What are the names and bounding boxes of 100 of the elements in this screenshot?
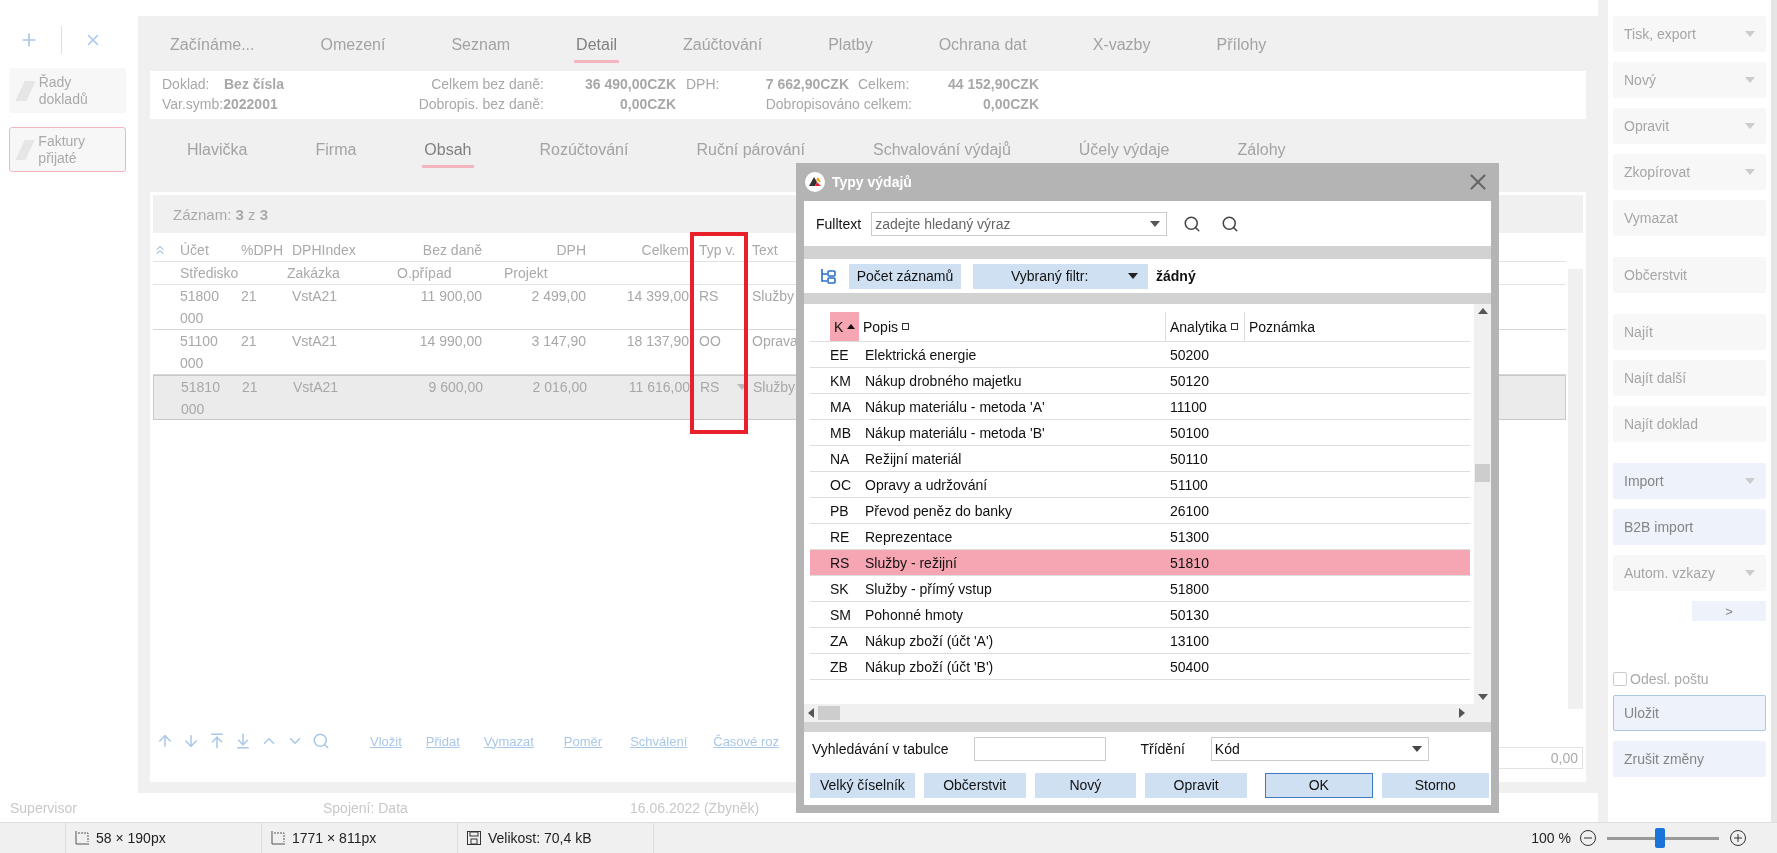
table-cell-text: 51810 — [180, 379, 221, 395]
table-cell-text: 14 990,00 — [418, 333, 483, 349]
table-cell-text: RS — [830, 554, 851, 571]
column-header: Projekt — [503, 265, 549, 281]
table-cell-text: Služby — [752, 379, 797, 395]
field-value: 36 490,00CZK — [583, 75, 676, 94]
column-header: Text — [751, 242, 779, 258]
column-header: Celkem — [640, 242, 690, 258]
table-cell-text: OO — [698, 333, 722, 349]
field-text: Var.symb:2022001 — [162, 95, 279, 114]
field-value: 7 662,90CZK — [764, 75, 849, 94]
table-cell-text: 21 — [241, 379, 259, 395]
table-cell-text: 18 137,90 — [625, 333, 690, 349]
status-text: 1771 × 811px — [292, 830, 377, 846]
table-cell-text: 11100 — [1169, 398, 1208, 415]
table-cell: RS — [693, 379, 750, 395]
table-cell-text: 51300 — [1169, 528, 1210, 545]
zoom-level: 100 % — [1531, 830, 1571, 846]
table-cell-text: Nákup drobného majetku — [864, 372, 1023, 389]
table-cell-text: NA — [830, 450, 851, 467]
table-cell-text: Pohonné hmoty — [864, 606, 965, 623]
table-cell-text: 2 016,00 — [531, 379, 588, 395]
field-label: Fulltext — [816, 215, 862, 232]
table-cell-text: 50110 — [1169, 450, 1209, 467]
table-cell-text: Nákup zboží (účt 'A') — [864, 632, 995, 649]
table-cell-text: 21 — [240, 288, 258, 304]
table-cell-text: Režijní materiál — [864, 450, 963, 467]
table-cell-text: 51100 — [179, 333, 219, 349]
table-cell-text: 21 — [240, 333, 258, 349]
table-cell-text: MB — [830, 424, 852, 441]
table-cell-text: 11 616,00 — [627, 379, 691, 395]
table-cell-text: Služby - přímý vstup — [864, 580, 993, 597]
table-cell-text: 26100 — [1169, 502, 1210, 519]
field-label: Dobropisováno celkem: — [764, 95, 913, 114]
table-cell-text: 51810 — [1169, 554, 1210, 571]
table-cell-text: 50200 — [1169, 346, 1210, 363]
table-cell-text: SK — [830, 580, 850, 597]
column-header: DPH — [555, 242, 587, 258]
status-text: Velikost: 70,4 kB — [488, 830, 592, 846]
field-label: DPH: — [685, 75, 721, 94]
table-cell-text: 000 — [179, 355, 205, 371]
column-header: Středisko — [179, 265, 240, 281]
column-header: O.případ — [396, 265, 453, 281]
table-cell-text: 51800 — [1169, 580, 1210, 597]
table-cell-text: 50100 — [1169, 424, 1210, 441]
field-value: 0,00CZK — [618, 95, 676, 114]
column-header: Účet — [179, 242, 210, 258]
checkbox-label: Odesl. poštu — [1630, 671, 1709, 687]
table-cell-text: Elektrická energie — [864, 346, 978, 363]
column-header: Typ v. — [698, 242, 737, 258]
table-cell-text: SM — [830, 606, 852, 623]
field-label: Třídění — [1140, 740, 1185, 757]
table-cell-text: PB — [830, 502, 850, 519]
table-cell-text: 50130 — [1169, 606, 1210, 623]
table-cell-text: 000 — [180, 401, 206, 417]
table-cell-text: Služby — [751, 288, 796, 304]
table-cell-text: Nákup materiálu - metoda 'B' — [864, 424, 1046, 441]
dialog-title: Typy výdajů — [832, 174, 912, 190]
table-cell-text: 000 — [179, 310, 205, 326]
table-cell-text: RS — [698, 288, 720, 304]
table-cell-text: EE — [830, 346, 850, 363]
table-cell-text: 2 499,00 — [530, 288, 587, 304]
table-cell-text: Nákup materiálu - metoda 'A' — [864, 398, 1046, 415]
table-cell-text: KM — [830, 372, 852, 389]
table-cell-text: 51800 — [179, 288, 220, 304]
table-cell-text: VstA21 — [291, 288, 339, 304]
table-cell-text: VstA21 — [291, 333, 339, 349]
table-cell-text: 50400 — [1169, 658, 1210, 675]
table-cell-text: 51100 — [1169, 476, 1209, 493]
field-value: 0,00CZK — [981, 95, 1039, 114]
column-header: %DPH — [240, 242, 284, 258]
filter-value: žádný — [1156, 268, 1196, 284]
field-value: Bez čísla — [224, 75, 285, 94]
field-label: Celkem bez daně: — [430, 75, 544, 94]
table-cell-text: Nákup zboží (účt 'B') — [864, 658, 995, 675]
table-cell-text: Převod peněz do banky — [864, 502, 1014, 519]
table-cell-text: ZB — [830, 658, 849, 675]
field-label: Vyhledávání v tabulce — [812, 740, 949, 757]
table-cell-text: Reprezentace — [864, 528, 954, 545]
table-cell-text: MA — [830, 398, 852, 415]
field-label: Dobropis. bez daně: — [417, 95, 544, 114]
table-cell-text: 50120 — [1169, 372, 1210, 389]
table-cell-text: Opravy a udržování — [864, 476, 989, 493]
field-label: Doklad: — [162, 75, 211, 94]
table-cell-text: 9 600,00 — [427, 379, 484, 395]
column-header: DPHIndex — [291, 242, 357, 258]
table-cell-text: 11 900,00 — [419, 288, 483, 304]
column-header: Zakázka — [286, 265, 341, 281]
status-text: 58 × 190px — [96, 830, 166, 846]
table-cell-text: Oprava — [751, 333, 797, 349]
table-cell-text: 13100 — [1169, 632, 1210, 649]
field-label: Celkem: — [857, 75, 911, 94]
field-value: 44 152,90CZK — [946, 75, 1039, 94]
table-cell-text: RE — [830, 528, 851, 545]
table-cell-text: OC — [830, 476, 852, 493]
table-cell-text: ZA — [830, 632, 849, 649]
table-cell-text: 14 399,00 — [625, 288, 690, 304]
table-cell-text: VstA21 — [292, 379, 340, 395]
column-header: Bez daně — [421, 242, 483, 258]
table-cell-text: 3 147,90 — [530, 333, 587, 349]
